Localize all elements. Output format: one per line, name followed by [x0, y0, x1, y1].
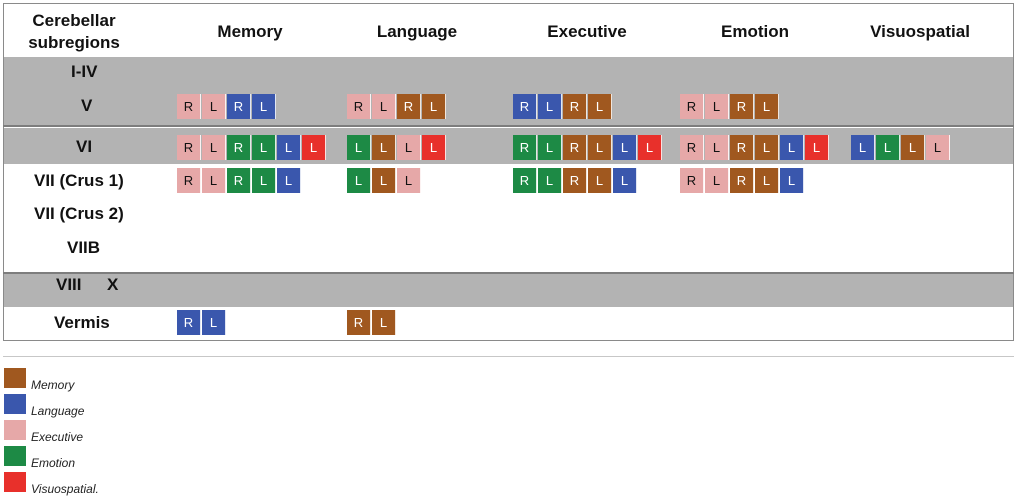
box-language: R: [513, 94, 537, 119]
box-executive: R: [177, 168, 201, 193]
box-memory: L: [755, 94, 779, 119]
legend-swatch-memory: [4, 368, 26, 388]
box-memory: R: [563, 94, 587, 119]
legend-label-language: Language: [31, 404, 85, 418]
box-memory: L: [588, 94, 612, 119]
box-memory: R: [730, 168, 754, 193]
column-header-memory: Memory: [217, 22, 283, 41]
box-memory: R: [563, 135, 587, 160]
box-emotion: R: [513, 168, 537, 193]
box-language: L: [252, 94, 276, 119]
box-executive: R: [680, 94, 704, 119]
legend-label-memory: Memory: [31, 378, 75, 392]
corner-header-line2: subregions: [28, 33, 120, 52]
box-executive: L: [202, 168, 226, 193]
box-language: R: [227, 94, 251, 119]
box-emotion: L: [347, 135, 371, 160]
box-executive: R: [347, 94, 371, 119]
box-visuospatial: L: [422, 135, 446, 160]
box-memory: L: [588, 135, 612, 160]
box-executive: L: [202, 94, 226, 119]
box-visuospatial: L: [805, 135, 829, 160]
box-emotion: L: [347, 168, 371, 193]
row-label-vi: VI: [76, 137, 93, 156]
box-language: L: [613, 135, 637, 160]
box-memory: R: [397, 94, 421, 119]
box-executive: L: [705, 94, 729, 119]
column-header-visuospatial: Visuospatial: [870, 22, 970, 41]
box-language: L: [613, 168, 637, 193]
rule-1: [3, 125, 1014, 127]
box-executive: L: [705, 135, 729, 160]
legend-swatch-visuospatial: [4, 472, 26, 492]
box-executive: R: [177, 94, 201, 119]
box-executive: R: [680, 168, 704, 193]
column-header-emotion: Emotion: [721, 22, 789, 41]
box-executive: L: [202, 135, 226, 160]
box-emotion: L: [538, 135, 562, 160]
box-executive: L: [397, 135, 421, 160]
box-visuospatial: L: [638, 135, 662, 160]
box-memory: L: [372, 310, 396, 335]
box-language: L: [851, 135, 875, 160]
box-executive: L: [372, 94, 396, 119]
box-emotion: L: [876, 135, 900, 160]
box-memory: R: [347, 310, 371, 335]
box-language: L: [202, 310, 226, 335]
box-executive: R: [177, 135, 201, 160]
box-language: L: [538, 94, 562, 119]
corner-header-line1: Cerebellar: [32, 11, 116, 30]
box-executive: L: [705, 168, 729, 193]
box-emotion: L: [252, 168, 276, 193]
box-memory: R: [730, 135, 754, 160]
row-label-i-iv: I-IV: [71, 62, 98, 81]
legend-label-visuospatial: Visuospatial.: [31, 482, 99, 496]
box-language: L: [780, 135, 804, 160]
band-i-v: [4, 57, 1013, 125]
box-emotion: R: [513, 135, 537, 160]
legend-separator: [3, 356, 1014, 357]
box-language: L: [277, 168, 301, 193]
row-label-vermis: Vermis: [54, 313, 110, 332]
legend-swatch-language: [4, 394, 26, 414]
box-language: R: [177, 310, 201, 335]
legend-label-emotion: Emotion: [31, 456, 76, 470]
box-memory: L: [422, 94, 446, 119]
box-memory: L: [755, 135, 779, 160]
box-memory: L: [372, 168, 396, 193]
box-memory: L: [901, 135, 925, 160]
row-label-vii-crus1: VII (Crus 1): [34, 171, 124, 190]
box-executive: R: [680, 135, 704, 160]
row-label-viib: VIIB: [67, 238, 101, 257]
legend-label-executive: Executive: [31, 430, 84, 444]
band-viii-x: [4, 274, 1013, 307]
box-memory: L: [372, 135, 396, 160]
box-language: L: [277, 135, 301, 160]
box-emotion: R: [227, 168, 251, 193]
box-memory: R: [563, 168, 587, 193]
box-emotion: R: [227, 135, 251, 160]
box-executive: L: [397, 168, 421, 193]
box-language: L: [780, 168, 804, 193]
row-label-viii: VIII: [56, 275, 82, 294]
box-visuospatial: L: [302, 135, 326, 160]
box-memory: R: [730, 94, 754, 119]
row-label-x: X: [107, 275, 119, 294]
rule-2: [3, 272, 1014, 274]
box-emotion: L: [252, 135, 276, 160]
row-label-v: V: [81, 96, 93, 115]
box-executive: L: [926, 135, 950, 160]
corner-header: Cerebellar subregions: [8, 10, 140, 54]
row-label-vii-crus2: VII (Crus 2): [34, 204, 124, 223]
column-header-executive: Executive: [547, 22, 627, 41]
box-emotion: L: [538, 168, 562, 193]
legend-swatch-emotion: [4, 446, 26, 466]
box-memory: L: [755, 168, 779, 193]
box-memory: L: [588, 168, 612, 193]
legend-swatch-executive: [4, 420, 26, 440]
column-header-language: Language: [376, 22, 458, 41]
